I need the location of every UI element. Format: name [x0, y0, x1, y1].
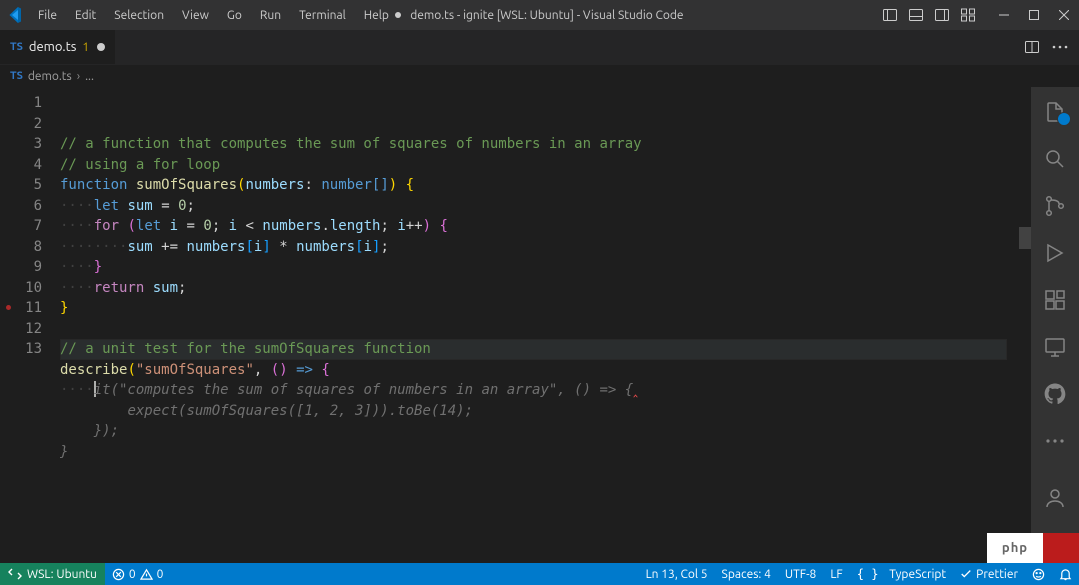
php-watermark-red	[1043, 533, 1079, 563]
encoding-status[interactable]: UTF-8	[778, 563, 823, 585]
ghost-text: it("computes the sum of squares of numbe…	[94, 382, 633, 398]
split-editor-icon[interactable]	[1023, 38, 1041, 56]
menu-run[interactable]: Run	[252, 5, 289, 26]
tab-problems-badge: 1	[82, 41, 89, 54]
ghost-text: });	[60, 423, 119, 439]
window-minimize-icon[interactable]	[995, 6, 1013, 24]
tab-more-icon[interactable]	[1051, 38, 1069, 56]
vscode-logo-icon	[6, 7, 22, 23]
title-project: ignite [WSL: Ubuntu]	[463, 9, 574, 22]
menu-terminal[interactable]: Terminal	[291, 5, 354, 26]
menu-selection[interactable]: Selection	[106, 5, 172, 26]
code-comment: // a function that computes the sum of s…	[60, 136, 642, 152]
remote-label: WSL: Ubuntu	[27, 568, 97, 581]
search-activity-icon[interactable]	[1031, 140, 1079, 177]
errors-count: 0	[129, 568, 136, 581]
code-comment: // using a for loop	[60, 157, 220, 173]
tab-dirty-icon	[97, 43, 105, 51]
menu-edit[interactable]: Edit	[67, 5, 104, 26]
accounts-activity-icon[interactable]	[1031, 479, 1079, 516]
menu-help[interactable]: Help	[356, 5, 397, 26]
window-close-icon[interactable]	[1055, 6, 1073, 24]
ghost-text: }	[60, 444, 68, 460]
toggle-primary-panel-icon[interactable]	[881, 6, 899, 24]
php-watermark: php	[987, 533, 1079, 563]
indentation-status[interactable]: Spaces: 4	[715, 563, 778, 585]
title-app: Visual Studio Code	[583, 9, 684, 22]
code-area[interactable]: // a function that computes the sum of s…	[60, 87, 1019, 563]
typescript-file-icon: TS	[10, 70, 23, 82]
editor-tab-bar: TS demo.ts 1	[0, 30, 1079, 65]
warnings-count: 0	[157, 568, 164, 581]
feedback-status[interactable]	[1025, 563, 1052, 585]
notification-badge-icon	[1057, 112, 1071, 126]
menu-view[interactable]: View	[174, 5, 217, 26]
typescript-file-icon: TS	[10, 41, 23, 53]
ghost-text: expect(sumOfSquares([1, 2, 3])).toBe(14)…	[60, 403, 473, 419]
github-activity-icon[interactable]	[1031, 375, 1079, 412]
toggle-bottom-panel-icon[interactable]	[907, 6, 925, 24]
language-mode-status[interactable]: { } TypeScript	[850, 563, 953, 585]
breadcrumb[interactable]: TS demo.ts › ...	[0, 65, 1079, 87]
more-activity-icon[interactable]	[1031, 422, 1079, 459]
chevron-right-icon: ›	[77, 70, 80, 83]
extensions-activity-icon[interactable]	[1031, 281, 1079, 318]
toggle-secondary-panel-icon[interactable]	[933, 6, 951, 24]
notifications-status[interactable]	[1052, 563, 1079, 585]
cursor-position-status[interactable]: Ln 13, Col 5	[639, 563, 715, 585]
editor[interactable]: 12345678910111213 // a function that com…	[0, 87, 1031, 563]
explorer-activity-icon[interactable]	[1031, 93, 1079, 130]
editor-tab-demo[interactable]: TS demo.ts 1	[0, 30, 116, 64]
php-watermark-text: php	[987, 533, 1043, 563]
title-bar: File Edit Selection View Go Run Terminal…	[0, 0, 1079, 30]
customize-layout-icon[interactable]	[959, 6, 977, 24]
menu-go[interactable]: Go	[219, 5, 250, 26]
remote-indicator[interactable]: WSL: Ubuntu	[0, 563, 105, 585]
minimap-thumb[interactable]	[1019, 227, 1031, 249]
line-number-gutter[interactable]: 12345678910111213	[0, 87, 60, 563]
source-control-activity-icon[interactable]	[1031, 187, 1079, 224]
activity-bar	[1031, 87, 1079, 563]
main-menu: File Edit Selection View Go Run Terminal…	[30, 5, 397, 26]
problems-status[interactable]: 0 0	[105, 563, 171, 585]
status-bar: WSL: Ubuntu 0 0 Ln 13, Col 5 Spaces: 4 U…	[0, 563, 1079, 585]
remote-explorer-activity-icon[interactable]	[1031, 328, 1079, 365]
breadcrumb-more[interactable]: ...	[85, 70, 94, 83]
menu-file[interactable]: File	[30, 5, 65, 26]
window-maximize-icon[interactable]	[1025, 6, 1043, 24]
run-debug-activity-icon[interactable]	[1031, 234, 1079, 271]
title-filename: demo.ts	[410, 9, 454, 22]
code-comment: // a unit test for the sumOfSquares func…	[60, 341, 431, 357]
prettier-status[interactable]: Prettier	[953, 563, 1025, 585]
eol-status[interactable]: LF	[823, 563, 849, 585]
tab-label: demo.ts	[29, 40, 77, 54]
tab-actions	[1013, 30, 1079, 64]
workbench-main: 12345678910111213 // a function that com…	[0, 87, 1079, 563]
breadcrumb-file[interactable]: demo.ts	[28, 70, 72, 83]
minimap[interactable]	[1019, 87, 1031, 563]
breakpoint-icon[interactable]	[6, 305, 11, 310]
